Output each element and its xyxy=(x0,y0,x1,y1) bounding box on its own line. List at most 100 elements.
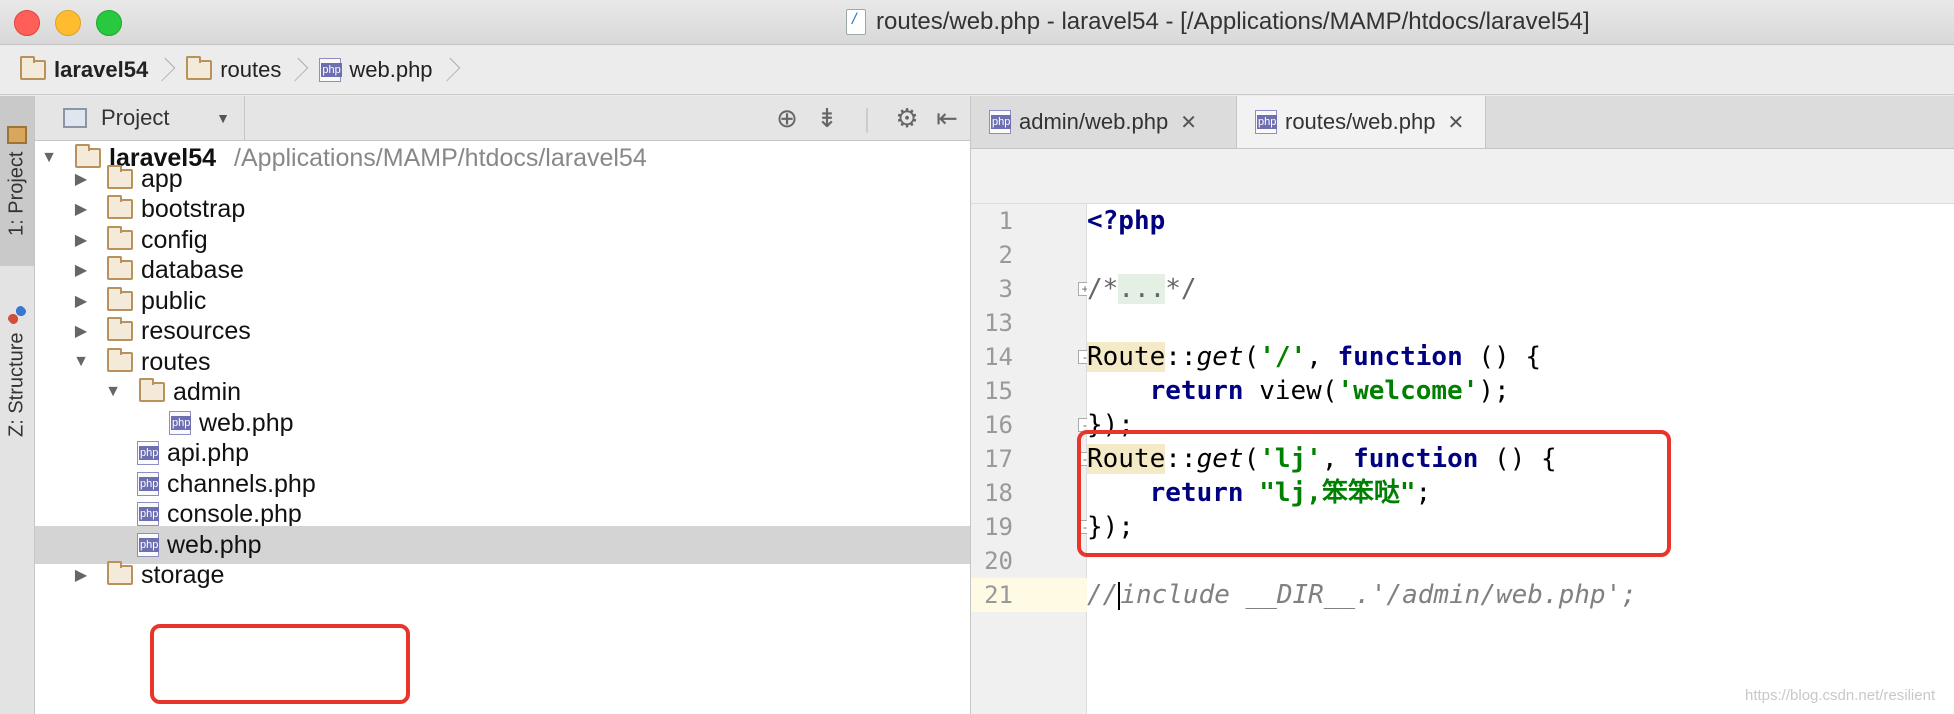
breadcrumb-separator xyxy=(293,56,305,84)
tab-label: routes/web.php xyxy=(1285,109,1436,134)
php-file-icon xyxy=(137,441,160,465)
annotation-box-file xyxy=(150,624,410,704)
keyword: function xyxy=(1337,342,1463,372)
php-file-icon xyxy=(137,533,160,557)
line-number: 20 xyxy=(984,547,1013,575)
line-number: 21 xyxy=(984,581,1013,609)
folder-icon xyxy=(106,561,133,585)
project-tool-tab-label: 1: Project xyxy=(5,151,28,237)
expanded-arrow-icon[interactable]: ▼ xyxy=(105,383,121,401)
breadcrumb-label: web.php xyxy=(349,56,433,82)
code-line-3: /*...*/ xyxy=(1087,272,1954,306)
project-view-label: Project xyxy=(101,105,170,130)
line-number: 15 xyxy=(984,377,1013,405)
code-text: view( xyxy=(1243,376,1338,406)
comment-slashes: // xyxy=(1087,580,1119,610)
folder-icon xyxy=(106,287,133,311)
tree-item-label: storage xyxy=(141,560,225,589)
comment-text: include __DIR__.'/admin/web.php'; xyxy=(1120,580,1637,610)
line-number: 14 xyxy=(984,343,1013,371)
code-line-21: //include __DIR__.'/admin/web.php'; xyxy=(1087,578,1954,612)
tree-item-label: console.php xyxy=(167,499,302,528)
minimize-window-button[interactable] xyxy=(55,10,81,36)
string-literal: 'welcome' xyxy=(1337,376,1479,406)
tab-admin-web-php[interactable]: admin/web.php ✕ xyxy=(971,96,1236,148)
window-title-text: routes/web.php - laravel54 - [/Applicati… xyxy=(876,8,1590,35)
folder-icon xyxy=(138,378,165,402)
project-view-selector[interactable]: Project ▼ xyxy=(35,96,245,140)
folded-placeholder[interactable]: ... xyxy=(1118,274,1166,304)
tab-label: admin/web.php xyxy=(1019,109,1169,134)
project-view-icon xyxy=(63,108,87,128)
collapsed-arrow-icon[interactable]: ▶ xyxy=(73,199,89,219)
folder-icon xyxy=(106,317,133,341)
collapse-all-icon[interactable]: ⇟ xyxy=(814,103,840,134)
line-number: 19 xyxy=(984,513,1013,541)
code-text: ); xyxy=(1478,376,1510,406)
project-folder-icon xyxy=(7,125,27,144)
tree-item-label: admin xyxy=(173,377,242,406)
zoom-window-button[interactable] xyxy=(96,10,122,36)
code-line-15: return view('welcome'); xyxy=(1087,374,1954,408)
folder-icon xyxy=(185,55,213,80)
tab-routes-web-php[interactable]: routes/web.php ✕ xyxy=(1236,96,1486,148)
project-panel-header: Project ▼ ⊕ ⇟ | ⚙ ⇤ xyxy=(35,96,970,141)
line-number: 13 xyxy=(984,309,1013,337)
tree-item-label: bootstrap xyxy=(141,194,246,223)
toolbar-divider: | xyxy=(863,102,871,133)
title-bar: routes/web.php - laravel54 - [/Applicati… xyxy=(0,0,1954,45)
tree-item-label: database xyxy=(141,255,244,284)
close-tab-icon[interactable]: ✕ xyxy=(1180,110,1197,135)
collapsed-arrow-icon[interactable]: ▶ xyxy=(73,169,89,189)
breadcrumb-project[interactable]: laravel54 xyxy=(19,55,149,83)
editor-breadcrumb-bar xyxy=(971,149,1954,204)
folded-comment-open: /* xyxy=(1087,274,1119,304)
scope-operator: :: xyxy=(1165,342,1197,372)
structure-tool-tab-label: Z: Structure xyxy=(5,332,28,438)
string-literal: '/' xyxy=(1259,342,1307,372)
collapsed-arrow-icon[interactable]: ▶ xyxy=(73,291,89,311)
collapsed-arrow-icon[interactable]: ▶ xyxy=(73,565,89,585)
comma: , xyxy=(1306,342,1338,372)
php-file-icon xyxy=(989,110,1012,134)
php-open-tag: <?php xyxy=(1087,206,1166,236)
project-tool-tab[interactable]: 1: Project xyxy=(0,96,34,266)
paren: ( xyxy=(1243,342,1260,372)
line-number: 16 xyxy=(984,411,1013,439)
breadcrumb-label: laravel54 xyxy=(54,56,149,82)
close-window-button[interactable] xyxy=(14,10,40,36)
breadcrumb-separator xyxy=(445,56,457,84)
folder-icon xyxy=(19,55,46,80)
expanded-arrow-icon[interactable]: ▼ xyxy=(73,353,89,371)
php-file-icon xyxy=(319,57,342,82)
breadcrumb-routes[interactable]: routes xyxy=(185,55,281,83)
structure-icon xyxy=(7,304,27,325)
line-number: 18 xyxy=(984,479,1013,507)
structure-tool-tab[interactable]: Z: Structure xyxy=(0,281,34,461)
locate-file-icon[interactable]: ⊕ xyxy=(774,103,800,134)
folded-comment-close: */ xyxy=(1165,274,1197,304)
php-file-icon xyxy=(1255,110,1278,134)
window-title: routes/web.php - laravel54 - [/Applicati… xyxy=(846,8,1590,36)
folder-icon xyxy=(106,348,133,372)
file-icon xyxy=(846,9,866,35)
watermark: https://blog.csdn.net/resilient xyxy=(1745,687,1936,704)
tree-item-label: api.php xyxy=(167,438,250,467)
navigation-bar: laravel54 routes web.php xyxy=(0,45,1954,95)
hide-panel-icon[interactable]: ⇤ xyxy=(934,103,960,134)
annotation-box-code xyxy=(1077,430,1671,557)
gear-icon[interactable]: ⚙ xyxy=(894,103,920,134)
class-name: Route xyxy=(1087,342,1166,372)
collapsed-arrow-icon[interactable]: ▶ xyxy=(73,230,89,250)
folder-icon xyxy=(106,165,133,189)
line-number: 3 xyxy=(998,275,1013,303)
line-number: 2 xyxy=(998,241,1013,269)
close-tab-icon[interactable]: ✕ xyxy=(1447,110,1464,135)
collapsed-arrow-icon[interactable]: ▶ xyxy=(73,321,89,341)
dropdown-caret-icon: ▼ xyxy=(216,110,230,126)
tree-item-storage[interactable]: ▶ storage xyxy=(35,556,970,594)
collapsed-arrow-icon[interactable]: ▶ xyxy=(73,260,89,280)
code-line-1: <?php xyxy=(1087,204,1954,238)
breadcrumb-file[interactable]: web.php xyxy=(319,56,433,83)
keyword: return xyxy=(1149,376,1244,406)
